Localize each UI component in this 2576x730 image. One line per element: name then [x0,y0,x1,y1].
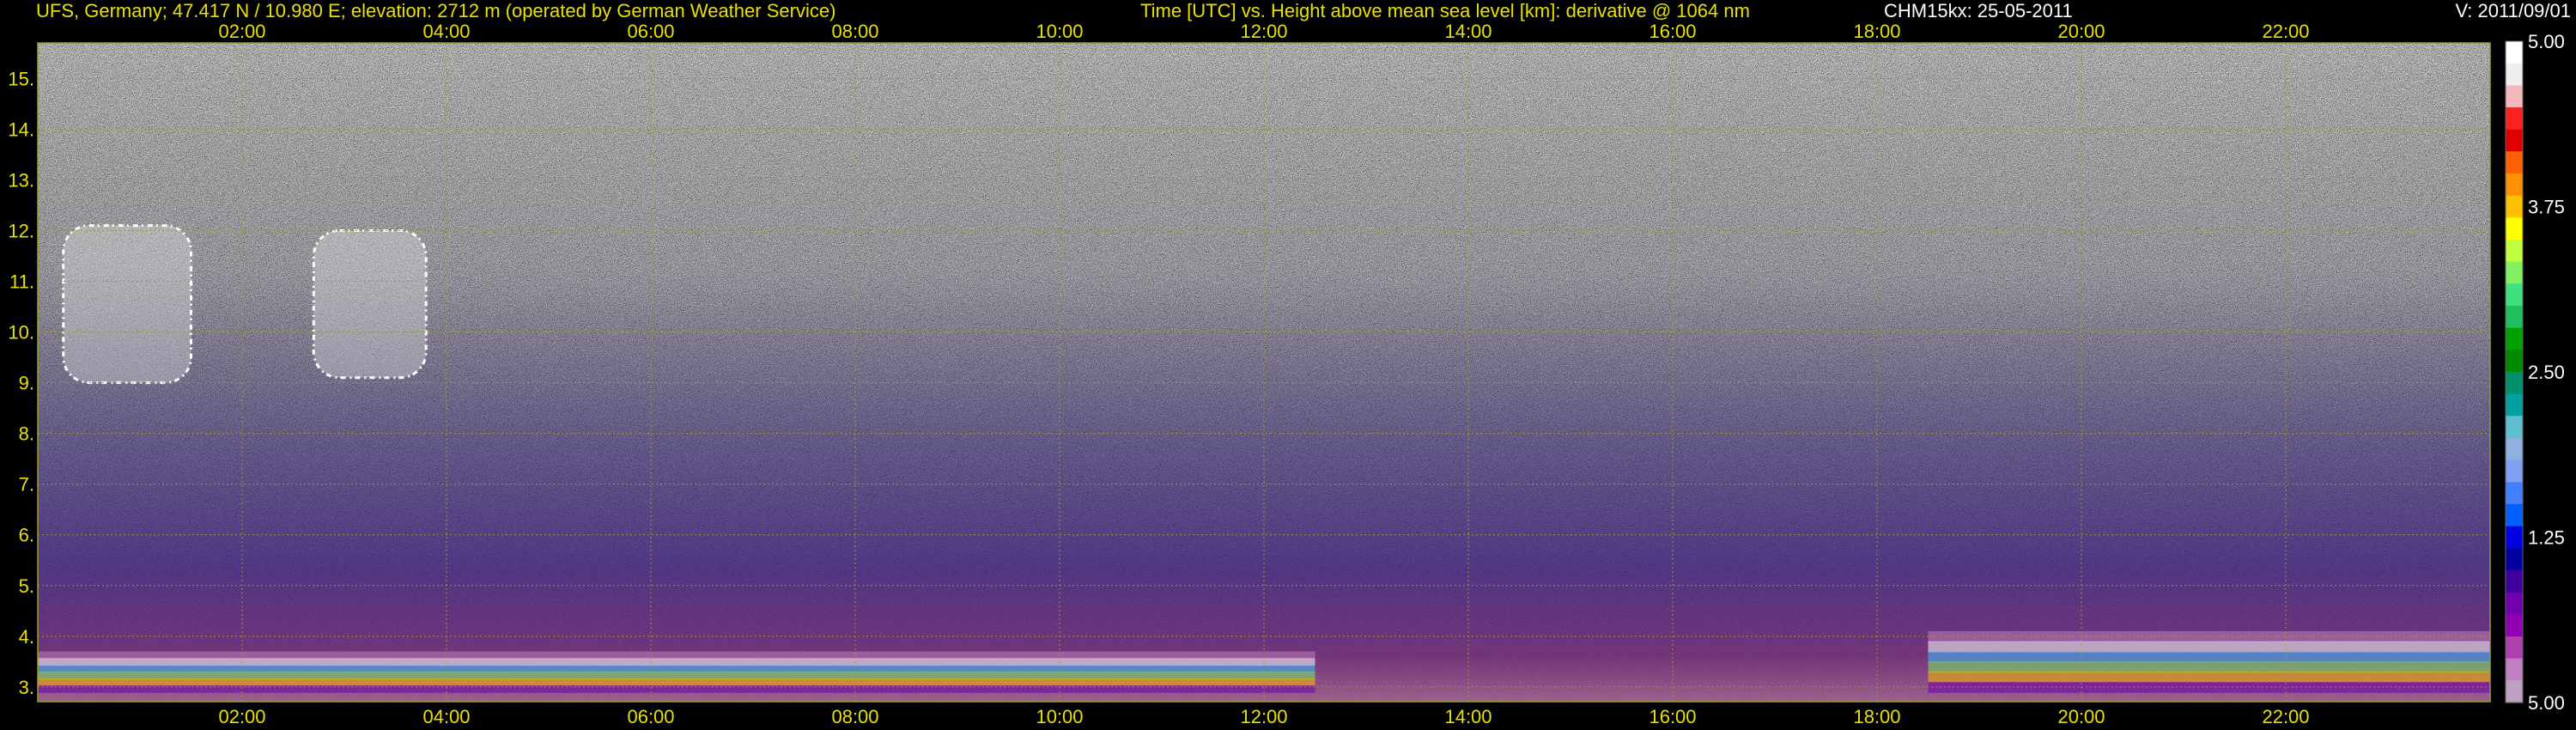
colorbar-swatch [2506,195,2523,218]
x-tick-label-top: 10:00 [1036,21,1083,42]
boundary-layer-band [1928,681,2490,693]
colorbar-swatch [2506,526,2523,549]
y-tick-label: 11. [9,271,34,293]
colorbar-labels: 5.00 3.75 2.50 1.25 5.00 [2528,31,2565,714]
colorbar-swatch [2506,327,2523,350]
colorbar-swatch [2506,592,2523,615]
colorbar-swatch [2506,261,2523,284]
boundary-layer-band [38,665,1315,673]
x-tick-label-bottom: 04:00 [422,706,470,727]
x-tick-label-top: 06:00 [627,21,674,42]
boundary-layer-band [38,651,1315,660]
y-tick-label: 10. [8,322,34,344]
y-tick-label: 3. [19,677,34,698]
y-tick-label: 14. [8,119,34,140]
boundary-layer-band [38,678,1315,686]
boundary-layer-band [1928,672,2490,683]
x-tick-label-bottom: 02:00 [218,706,265,727]
x-tick-label-top: 20:00 [2057,21,2105,42]
boundary-layer-band [38,658,1315,666]
colorbar-swatch [2506,570,2523,593]
x-tick-label-top: 14:00 [1444,21,1492,42]
colorbar-swatch [2506,438,2523,461]
boundary-layer-band [38,684,1315,693]
colorbar-swatch [2506,85,2523,108]
x-tick-label-bottom: 22:00 [2262,706,2309,727]
colorbar-swatch [2506,459,2523,483]
x-tick-label-bottom: 10:00 [1036,706,1083,727]
colorbar-label: 3.75 [2528,197,2565,218]
colorbar-swatch [2506,306,2523,329]
colorbar-label: 5.00 [2528,692,2565,714]
x-tick-label-bottom: 18:00 [1853,706,1900,727]
y-tick-label: 9. [19,373,34,394]
y-tick-label: 5. [19,575,34,597]
colorbar-swatch [2506,173,2523,197]
boundary-layer-band [38,672,1315,680]
colorbar-swatch [2506,350,2523,373]
x-tick-label-bottom: 14:00 [1444,706,1492,727]
colorbar-label: 5.00 [2528,31,2565,52]
boundary-layer-band [1928,651,2490,663]
x-tick-label-top: 02:00 [218,21,265,42]
boundary-layer-band [1928,630,2490,642]
x-tick-label-top: 16:00 [1649,21,1696,42]
y-tick-label: 12. [8,220,34,241]
colorbar-swatch [2506,240,2523,263]
colorbar-swatch [2506,504,2523,527]
boundary-layer-band [1928,661,2490,673]
colorbar-swatch [2506,636,2523,660]
colorbar-swatch [2506,129,2523,152]
colorbar-swatch [2506,107,2523,131]
colorbar [2505,40,2524,703]
x-tick-label-top: 22:00 [2262,21,2309,42]
colorbar-swatch [2506,283,2523,307]
x-tick-label-top: 04:00 [422,21,470,42]
x-tick-label-bottom: 08:00 [831,706,878,727]
x-tick-label-bottom: 20:00 [2057,706,2105,727]
colorbar-swatch [2506,482,2523,505]
cirrus-cloud [312,228,428,380]
y-tick-label: 7. [19,474,34,496]
x-tick-label-bottom: 12:00 [1240,706,1287,727]
colorbar-swatch [2506,41,2523,64]
x-tick-label-bottom: 06:00 [627,706,674,727]
x-tick-label-top: 08:00 [831,21,878,42]
y-axis: 3. 4. 5. 6. 7. 8. 9. 10. 11. 12. 13. 14. 15. [8,68,34,698]
colorbar-swatch [2506,680,2523,703]
boundary-layer-band [1928,641,2490,653]
x-axis-bottom: 02:00 04:00 06:00 08:00 10:00 12:00 14:00 16:00… [218,706,2309,727]
colorbar-swatch [2506,217,2523,240]
y-tick-label: 4. [19,626,34,648]
y-tick-label: 6. [19,525,34,546]
colorbar-swatch [2506,614,2523,637]
y-tick-label: 15. [8,68,34,89]
cirrus-cloud [62,224,192,385]
colorbar-swatch [2506,63,2523,86]
x-tick-label-bottom: 16:00 [1649,706,1696,727]
colorbar-swatch [2506,151,2523,174]
ceilometer-chart: 02:00 04:00 06:00 08:00 10:00 12:00 14:00 16:00… [8,21,2565,727]
y-tick-label: 13. [8,169,34,191]
colorbar-label: 1.25 [2528,527,2565,549]
colorbar-swatch [2506,416,2523,439]
x-tick-label-top: 18:00 [1853,21,1900,42]
x-tick-label-top: 12:00 [1240,21,1287,42]
colorbar-swatch [2506,658,2523,681]
x-axis-top: 02:00 04:00 06:00 08:00 10:00 12:00 14:00 16:00… [218,21,2309,42]
colorbar-label: 2.50 [2528,362,2565,383]
colorbar-swatch [2506,372,2523,395]
colorbar-swatch [2506,393,2523,417]
colorbar-swatch [2506,548,2523,571]
y-tick-label: 8. [19,423,34,445]
